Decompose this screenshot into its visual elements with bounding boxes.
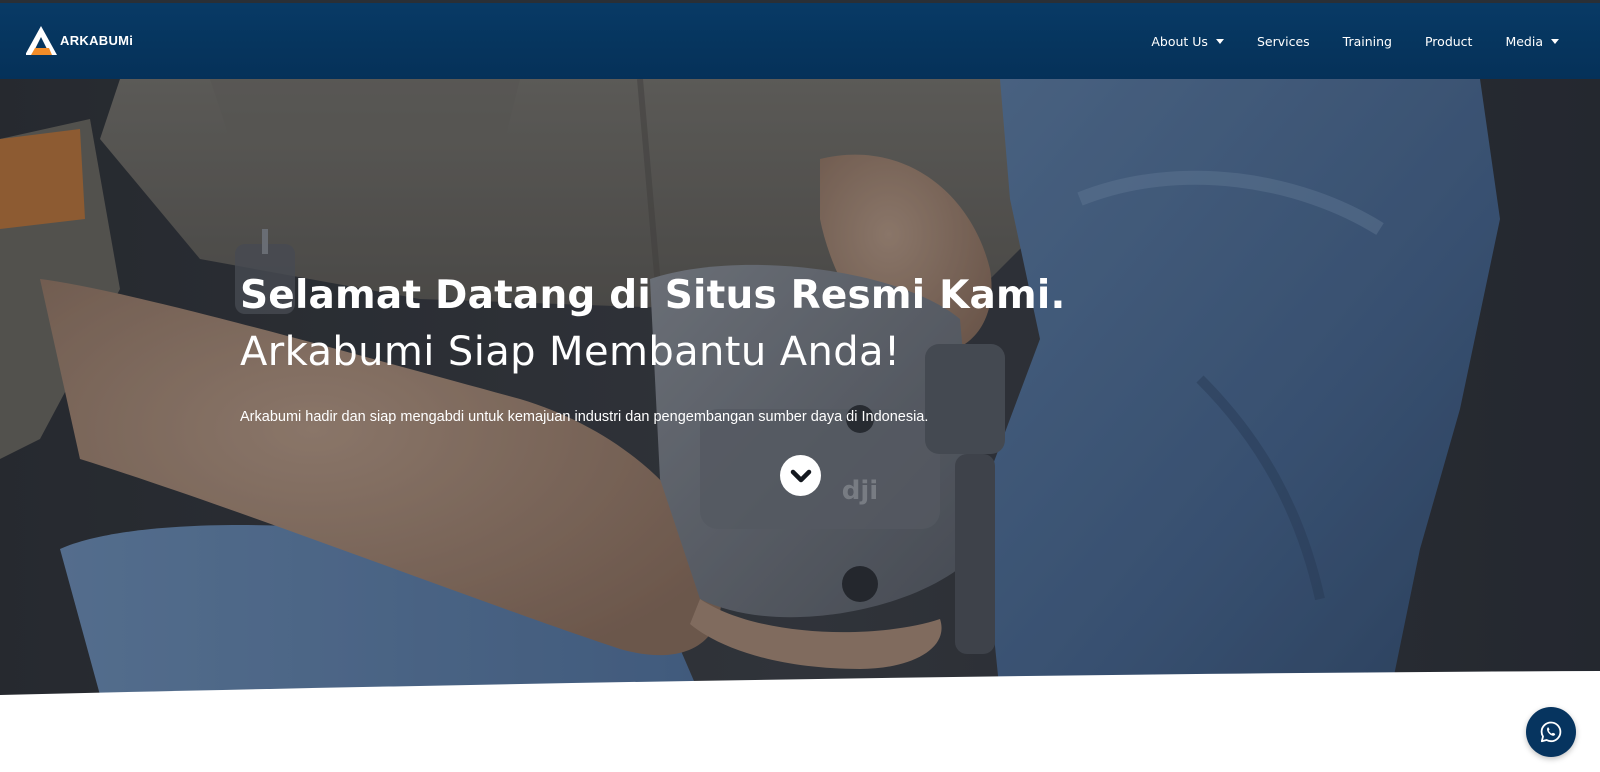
hero-headline: Selamat Datang di Situs Resmi Kami. [240,273,1066,318]
brand-logo[interactable]: ARKABUMi [26,26,133,55]
nav-item-label: Media [1505,33,1543,49]
hero-overlay [0,79,1600,695]
whatsapp-icon [1540,721,1562,743]
arkabumi-logo-icon [26,26,57,55]
nav-item-label: Services [1256,33,1310,49]
nav-item-label: Training [1342,33,1392,49]
whatsapp-chat-button[interactable] [1526,707,1576,757]
site-header: ARKABUMi About Us Services Training Prod… [0,3,1600,79]
brand-name: ARKABUMi [60,33,134,48]
hero-section: dji Selamat Datang di Situs Resmi Kami. … [0,79,1600,695]
caret-down-icon [1215,38,1224,44]
nav-item-product[interactable]: Product [1425,34,1472,49]
caret-down-icon [1551,38,1559,44]
hero-bottom-curve [0,671,1600,695]
nav-item-about-us[interactable]: About Us [1151,34,1224,49]
hero-subheadline: Arkabumi Siap Membantu Anda! [240,329,901,375]
nav-item-label: About Us [1151,33,1208,49]
nav-item-label: Product [1424,33,1473,49]
hero-tagline: Arkabumi hadir dan siap mengabdi untuk k… [240,409,929,425]
nav-item-services[interactable]: Services [1257,34,1310,49]
nav-item-training[interactable]: Training [1343,34,1392,49]
scroll-down-button[interactable] [780,455,821,496]
nav-item-media[interactable]: Media [1505,34,1559,49]
chevron-down-icon [790,469,811,483]
main-nav: About Us Services Training Product Media [1151,3,1559,79]
